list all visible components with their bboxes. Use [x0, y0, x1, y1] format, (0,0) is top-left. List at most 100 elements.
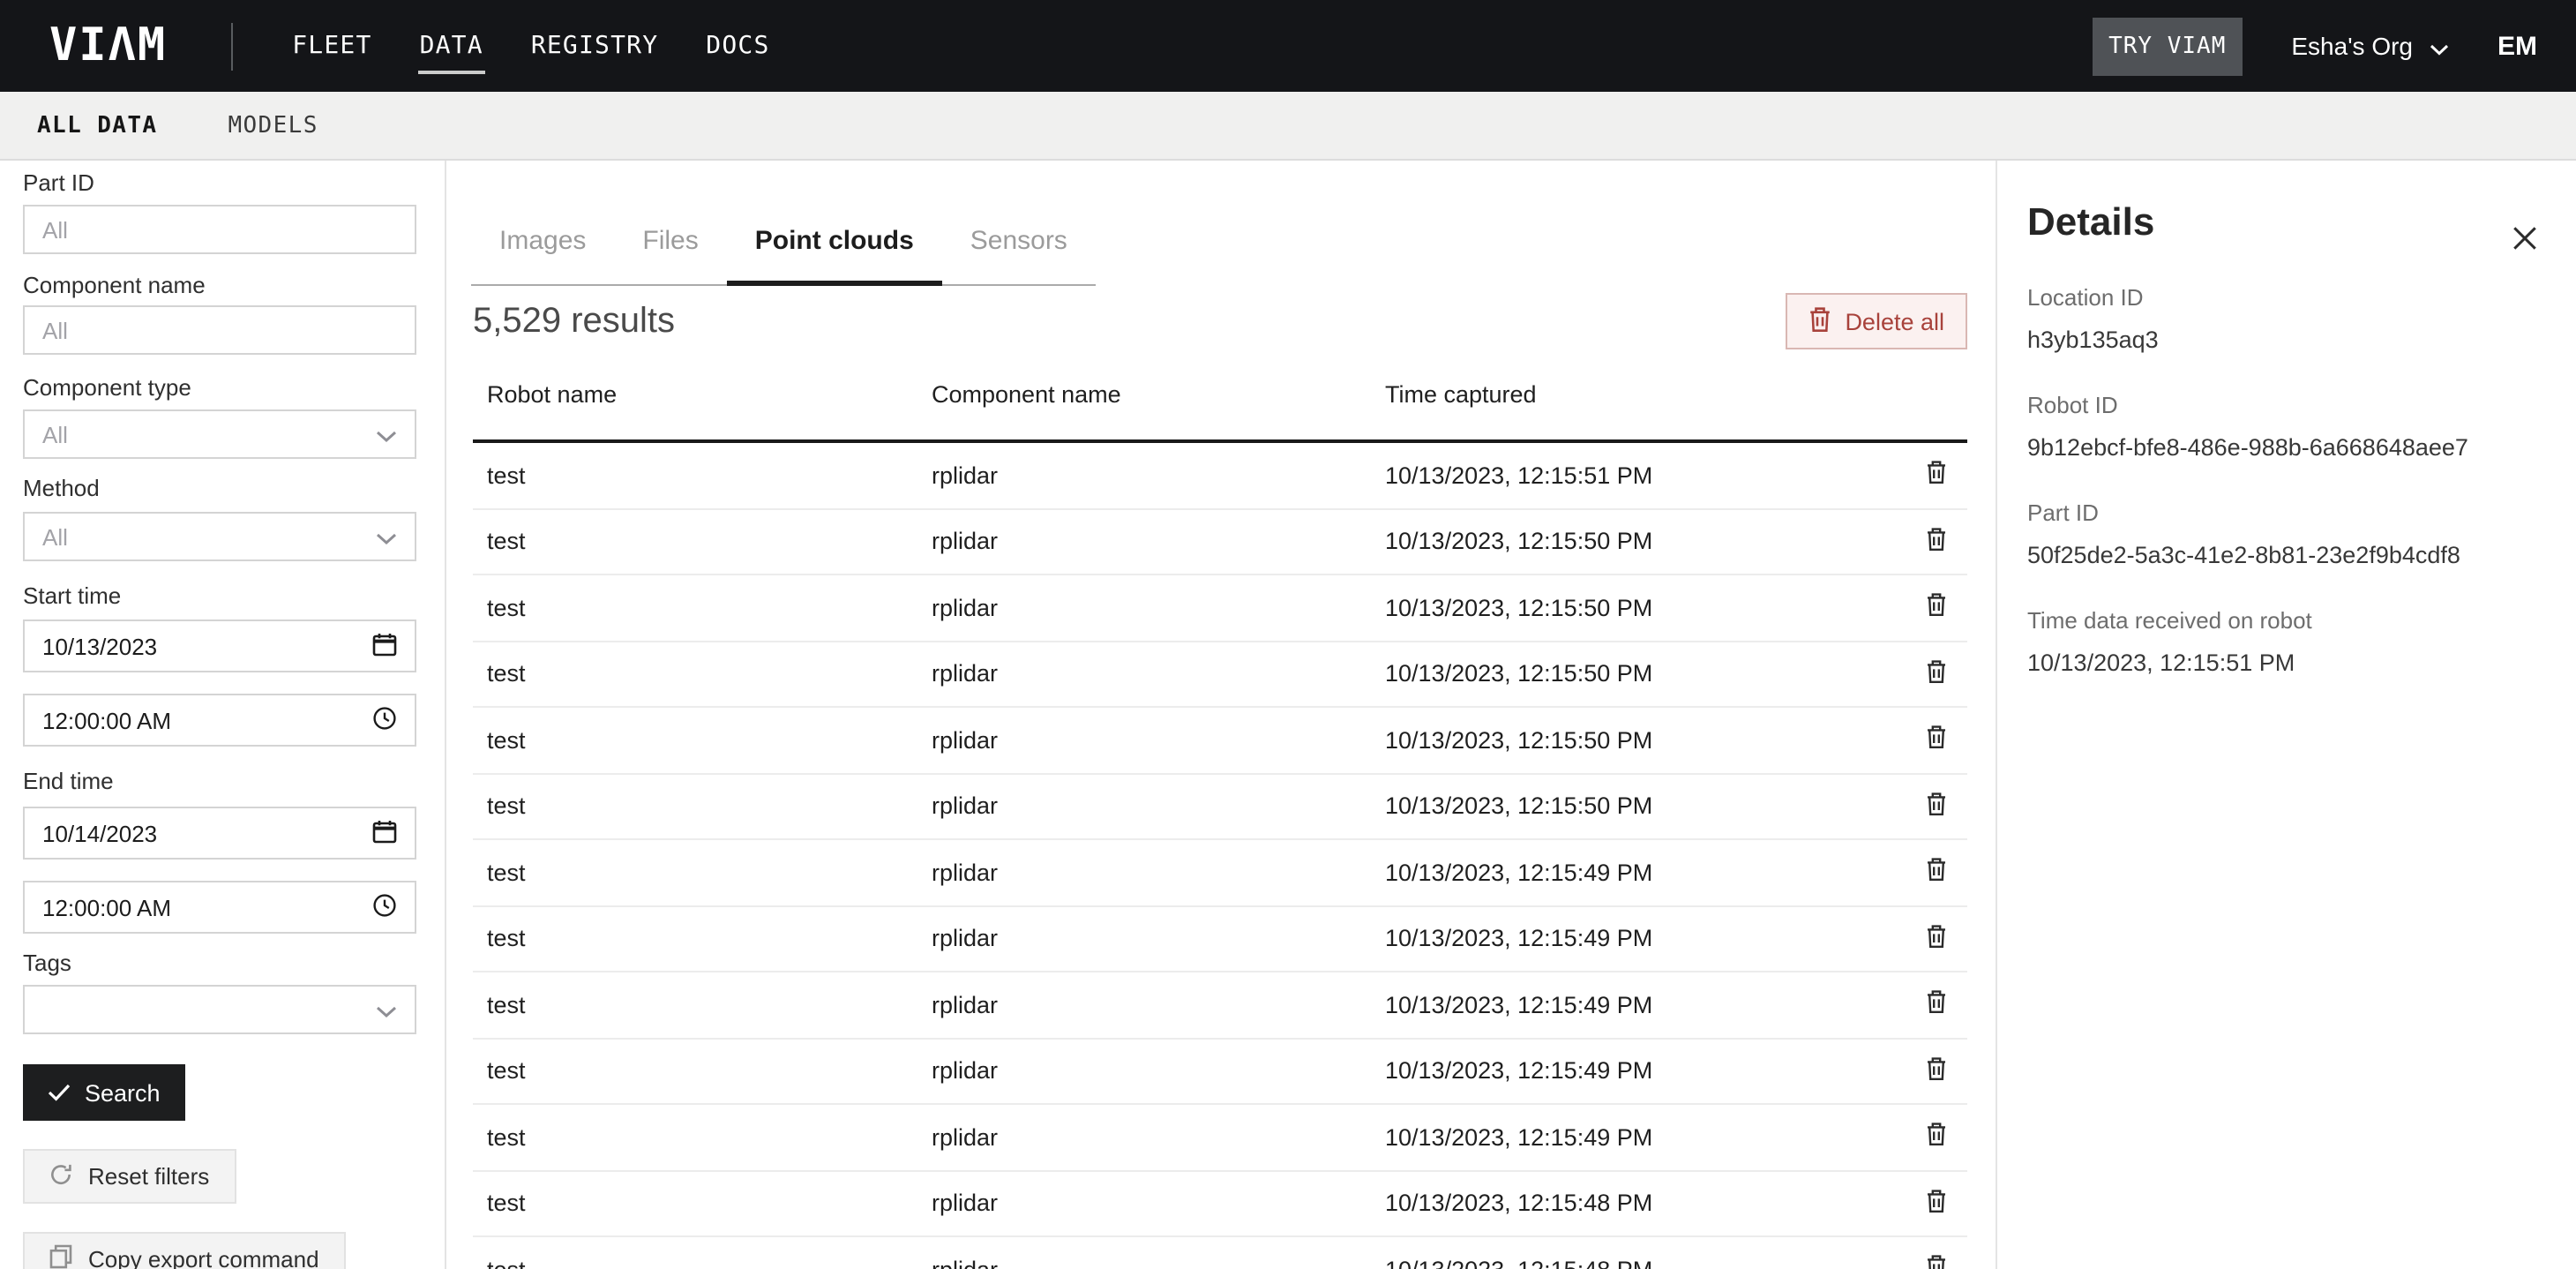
table-row[interactable]: test rplidar 10/13/2023, 12:15:50 PM	[473, 509, 1967, 575]
table-row[interactable]: test rplidar 10/13/2023, 12:15:50 PM	[473, 642, 1967, 708]
tab-files[interactable]: Files	[614, 224, 726, 286]
details-title: Details	[2027, 198, 2574, 247]
table-row[interactable]: test rplidar 10/13/2023, 12:15:48 PM	[473, 1237, 1967, 1269]
table-row[interactable]: test rplidar 10/13/2023, 12:15:50 PM	[473, 774, 1967, 840]
clock-icon	[372, 892, 397, 922]
method-value: All	[42, 523, 68, 550]
trash-icon	[1926, 1123, 1945, 1152]
robot-name-cell: test	[487, 595, 932, 621]
robot-name-cell: test	[487, 1058, 932, 1085]
results-count: 5,529 results	[473, 301, 675, 342]
close-icon[interactable]	[2511, 224, 2539, 261]
time-captured-cell: 10/13/2023, 12:15:49 PM	[1385, 1124, 1904, 1151]
trash-icon	[1926, 991, 1945, 1019]
component-name-input[interactable]	[23, 305, 416, 355]
viam-logo[interactable]: VIΛM	[49, 0, 167, 92]
nav-item-data[interactable]: DATA	[420, 0, 483, 92]
delete-row-button[interactable]	[1904, 462, 1967, 490]
field-label: Time data received on robot	[2027, 607, 2574, 635]
trash-icon	[1926, 1256, 1945, 1269]
viam-data-app: VIΛM FLEET DATA REGISTRY DOCS TRY VIAM E…	[0, 0, 2576, 1269]
org-name: Esha's Org	[2291, 32, 2413, 60]
delete-all-button[interactable]: Delete all	[1785, 293, 1967, 349]
nav-item-docs[interactable]: DOCS	[706, 0, 769, 92]
method-select[interactable]: All	[23, 512, 416, 561]
component-name-cell: rplidar	[932, 1257, 1385, 1269]
table-row[interactable]: test rplidar 10/13/2023, 12:15:49 PM	[473, 1105, 1967, 1171]
end-date-input[interactable]: 10/14/2023	[23, 807, 416, 860]
end-time-input[interactable]: 12:00:00 AM	[23, 881, 416, 934]
subnav-models[interactable]: MODELS	[228, 112, 318, 139]
details-field-location-id: Location ID h3yb135aq3	[2027, 284, 2574, 355]
subnav-all-data[interactable]: ALL DATA	[37, 112, 157, 139]
chevron-down-icon	[376, 996, 397, 1023]
table-row[interactable]: test rplidar 10/13/2023, 12:15:48 PM	[473, 1171, 1967, 1237]
table-row[interactable]: test rplidar 10/13/2023, 12:15:50 PM	[473, 575, 1967, 642]
try-viam-button[interactable]: TRY VIAM	[2093, 17, 2242, 75]
org-switcher[interactable]: Esha's Org	[2291, 29, 2448, 63]
delete-row-button[interactable]	[1904, 660, 1967, 688]
tab-point-clouds[interactable]: Point clouds	[727, 224, 942, 286]
delete-row-button[interactable]	[1904, 925, 1967, 953]
delete-row-button[interactable]	[1904, 594, 1967, 622]
user-avatar-initials[interactable]: EM	[2497, 31, 2537, 61]
filter-sidebar: Part ID Component name Component type Al…	[0, 161, 446, 1269]
trash-icon	[1926, 660, 1945, 688]
trash-icon	[1926, 1190, 1945, 1218]
field-label: Robot ID	[2027, 392, 2574, 420]
end-time-label: End time	[23, 768, 415, 796]
nav-item-fleet[interactable]: FLEET	[292, 0, 371, 92]
table-row[interactable]: test rplidar 10/13/2023, 12:15:51 PM	[473, 443, 1967, 509]
delete-row-button[interactable]	[1904, 528, 1967, 556]
copy-export-command-button[interactable]: Copy export command	[23, 1232, 346, 1269]
tab-images[interactable]: Images	[471, 224, 614, 286]
time-captured-cell: 10/13/2023, 12:15:49 PM	[1385, 926, 1904, 952]
component-type-label: Component type	[23, 374, 415, 402]
tab-sensors[interactable]: Sensors	[942, 224, 1096, 286]
reset-icon	[49, 1162, 88, 1190]
robot-name-cell: test	[487, 860, 932, 886]
time-captured-cell: 10/13/2023, 12:15:48 PM	[1385, 1257, 1904, 1269]
field-label: Part ID	[2027, 499, 2574, 528]
nav-item-registry[interactable]: REGISTRY	[531, 0, 658, 92]
table-row[interactable]: test rplidar 10/13/2023, 12:15:49 PM	[473, 840, 1967, 906]
robot-name-cell: test	[487, 1257, 932, 1269]
delete-row-button[interactable]	[1904, 726, 1967, 755]
start-time-input[interactable]: 12:00:00 AM	[23, 694, 416, 747]
end-date-value: 10/14/2023	[42, 820, 157, 846]
trash-icon	[1926, 925, 1945, 953]
component-type-select[interactable]: All	[23, 409, 416, 459]
component-name-cell: rplidar	[932, 793, 1385, 820]
table-row[interactable]: test rplidar 10/13/2023, 12:15:49 PM	[473, 972, 1967, 1039]
component-name-cell: rplidar	[932, 1058, 1385, 1085]
table-row[interactable]: test rplidar 10/13/2023, 12:15:49 PM	[473, 906, 1967, 972]
tags-select[interactable]	[23, 985, 416, 1034]
time-captured-cell: 10/13/2023, 12:15:50 PM	[1385, 595, 1904, 621]
data-subnav: ALL DATA MODELS	[0, 92, 2576, 161]
component-type-value: All	[42, 421, 68, 447]
time-captured-cell: 10/13/2023, 12:15:49 PM	[1385, 992, 1904, 1018]
table-row[interactable]: test rplidar 10/13/2023, 12:15:49 PM	[473, 1039, 1967, 1105]
delete-row-button[interactable]	[1904, 1123, 1967, 1152]
start-date-input[interactable]: 10/13/2023	[23, 619, 416, 672]
point-clouds-table: Robot name Component name Time captured …	[473, 349, 1967, 1269]
results-header: 5,529 results Delete all	[473, 293, 1967, 349]
delete-row-button[interactable]	[1904, 1256, 1967, 1269]
delete-row-button[interactable]	[1904, 1057, 1967, 1085]
robot-name-cell: test	[487, 992, 932, 1018]
component-name-cell: rplidar	[932, 595, 1385, 621]
reset-filters-button[interactable]: Reset filters	[23, 1149, 236, 1204]
part-id-input[interactable]	[23, 205, 416, 254]
copy-export-command-label: Copy export command	[88, 1246, 319, 1269]
time-captured-cell: 10/13/2023, 12:15:48 PM	[1385, 1190, 1904, 1217]
delete-row-button[interactable]	[1904, 792, 1967, 821]
delete-row-button[interactable]	[1904, 1190, 1967, 1218]
delete-row-button[interactable]	[1904, 859, 1967, 887]
component-name-cell: rplidar	[932, 529, 1385, 555]
component-name-cell: rplidar	[932, 1124, 1385, 1151]
table-row[interactable]: test rplidar 10/13/2023, 12:15:50 PM	[473, 708, 1967, 774]
delete-row-button[interactable]	[1904, 991, 1967, 1019]
search-button[interactable]: Search	[23, 1064, 185, 1121]
column-header-robot-name: Robot name	[487, 381, 932, 408]
component-name-cell: rplidar	[932, 462, 1385, 489]
